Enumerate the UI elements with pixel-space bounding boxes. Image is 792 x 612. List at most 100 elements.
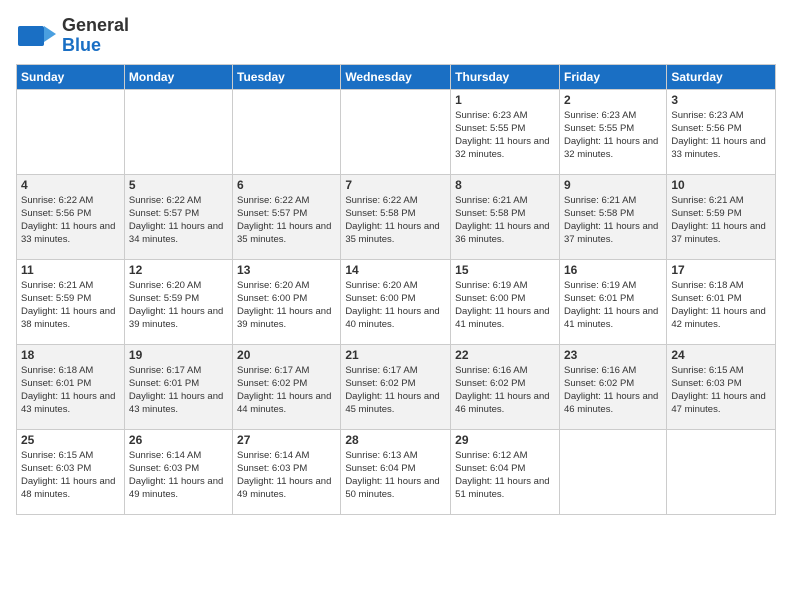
day-number: 22 bbox=[455, 348, 555, 362]
col-header-thursday: Thursday bbox=[451, 64, 560, 89]
week-row-1: 1 Sunrise: 6:23 AM Sunset: 5:55 PM Daylig… bbox=[17, 89, 776, 174]
col-header-sunday: Sunday bbox=[17, 64, 125, 89]
day-number: 5 bbox=[129, 178, 228, 192]
col-header-monday: Monday bbox=[124, 64, 232, 89]
day-cell bbox=[341, 89, 451, 174]
day-cell: 29 Sunrise: 6:12 AM Sunset: 6:04 PM Dayli… bbox=[451, 429, 560, 514]
day-info: Sunrise: 6:22 AM Sunset: 5:57 PM Dayligh… bbox=[129, 194, 228, 247]
day-cell: 8 Sunrise: 6:21 AM Sunset: 5:58 PM Daylig… bbox=[451, 174, 560, 259]
day-cell bbox=[233, 89, 341, 174]
day-info: Sunrise: 6:23 AM Sunset: 5:55 PM Dayligh… bbox=[564, 109, 662, 162]
day-cell: 13Sunrise: 6:20 AM Sunset: 6:00 PM Dayli… bbox=[233, 259, 341, 344]
day-info: Sunrise: 6:21 AM Sunset: 5:58 PM Dayligh… bbox=[455, 194, 555, 247]
logo-blue: Blue bbox=[62, 36, 129, 56]
day-number: 13 bbox=[237, 263, 336, 277]
day-number: 26 bbox=[129, 433, 228, 447]
day-cell: 6 Sunrise: 6:22 AM Sunset: 5:57 PM Daylig… bbox=[233, 174, 341, 259]
day-cell: 19 Sunrise: 6:17 AM Sunset: 6:01 PM Dayli… bbox=[124, 344, 232, 429]
day-cell: 9 Sunrise: 6:21 AM Sunset: 5:58 PM Daylig… bbox=[559, 174, 666, 259]
day-info: Sunrise: 6:18 AM Sunset: 6:01 PM Dayligh… bbox=[671, 279, 771, 332]
day-number: 19 bbox=[129, 348, 228, 362]
day-cell: 18 Sunrise: 6:18 AM Sunset: 6:01 PM Dayli… bbox=[17, 344, 125, 429]
day-number: 6 bbox=[237, 178, 336, 192]
day-cell: 22 Sunrise: 6:16 AM Sunset: 6:02 PM Dayli… bbox=[451, 344, 560, 429]
day-number: 7 bbox=[345, 178, 446, 192]
week-row-4: 18 Sunrise: 6:18 AM Sunset: 6:01 PM Dayli… bbox=[17, 344, 776, 429]
day-info: Sunrise: 6:21 AM Sunset: 5:58 PM Dayligh… bbox=[564, 194, 662, 247]
day-info: Sunrise: 6:22 AM Sunset: 5:57 PM Dayligh… bbox=[237, 194, 336, 247]
day-number: 27 bbox=[237, 433, 336, 447]
col-header-saturday: Saturday bbox=[667, 64, 776, 89]
page-header: General Blue bbox=[16, 16, 776, 56]
logo-general: General bbox=[62, 16, 129, 36]
calendar-header-row: SundayMondayTuesdayWednesdayThursdayFrid… bbox=[17, 64, 776, 89]
week-row-3: 11 Sunrise: 6:21 AM Sunset: 5:59 PM Dayli… bbox=[17, 259, 776, 344]
day-info: Sunrise: 6:18 AM Sunset: 6:01 PM Dayligh… bbox=[21, 364, 120, 417]
calendar-body: 1 Sunrise: 6:23 AM Sunset: 5:55 PM Daylig… bbox=[17, 89, 776, 514]
logo: General Blue bbox=[16, 16, 129, 56]
day-number: 1 bbox=[455, 93, 555, 107]
day-number: 24 bbox=[671, 348, 771, 362]
day-number: 16 bbox=[564, 263, 662, 277]
day-cell bbox=[559, 429, 666, 514]
day-info: Sunrise: 6:23 AM Sunset: 5:55 PM Dayligh… bbox=[455, 109, 555, 162]
day-info: Sunrise: 6:19 AM Sunset: 6:00 PM Dayligh… bbox=[455, 279, 555, 332]
day-number: 29 bbox=[455, 433, 555, 447]
day-info: Sunrise: 6:17 AM Sunset: 6:01 PM Dayligh… bbox=[129, 364, 228, 417]
day-number: 14 bbox=[345, 263, 446, 277]
col-header-friday: Friday bbox=[559, 64, 666, 89]
day-info: Sunrise: 6:15 AM Sunset: 6:03 PM Dayligh… bbox=[671, 364, 771, 417]
day-number: 9 bbox=[564, 178, 662, 192]
day-number: 20 bbox=[237, 348, 336, 362]
week-row-2: 4Sunrise: 6:22 AM Sunset: 5:56 PM Daylig… bbox=[17, 174, 776, 259]
day-number: 8 bbox=[455, 178, 555, 192]
col-header-wednesday: Wednesday bbox=[341, 64, 451, 89]
day-cell: 1 Sunrise: 6:23 AM Sunset: 5:55 PM Daylig… bbox=[451, 89, 560, 174]
day-cell: 27 Sunrise: 6:14 AM Sunset: 6:03 PM Dayli… bbox=[233, 429, 341, 514]
day-cell: 21 Sunrise: 6:17 AM Sunset: 6:02 PM Dayli… bbox=[341, 344, 451, 429]
day-info: Sunrise: 6:21 AM Sunset: 5:59 PM Dayligh… bbox=[21, 279, 120, 332]
day-info: Sunrise: 6:16 AM Sunset: 6:02 PM Dayligh… bbox=[564, 364, 662, 417]
day-number: 17 bbox=[671, 263, 771, 277]
day-number: 25 bbox=[21, 433, 120, 447]
day-cell bbox=[17, 89, 125, 174]
day-number: 11 bbox=[21, 263, 120, 277]
day-number: 18 bbox=[21, 348, 120, 362]
day-cell bbox=[124, 89, 232, 174]
day-cell: 23Sunrise: 6:16 AM Sunset: 6:02 PM Dayli… bbox=[559, 344, 666, 429]
day-cell: 5 Sunrise: 6:22 AM Sunset: 5:57 PM Daylig… bbox=[124, 174, 232, 259]
day-cell: 15 Sunrise: 6:19 AM Sunset: 6:00 PM Dayli… bbox=[451, 259, 560, 344]
day-number: 3 bbox=[671, 93, 771, 107]
day-info: Sunrise: 6:14 AM Sunset: 6:03 PM Dayligh… bbox=[237, 449, 336, 502]
day-cell: 3Sunrise: 6:23 AM Sunset: 5:56 PM Daylig… bbox=[667, 89, 776, 174]
day-info: Sunrise: 6:17 AM Sunset: 6:02 PM Dayligh… bbox=[237, 364, 336, 417]
day-cell: 16 Sunrise: 6:19 AM Sunset: 6:01 PM Dayli… bbox=[559, 259, 666, 344]
week-row-5: 25 Sunrise: 6:15 AM Sunset: 6:03 PM Dayli… bbox=[17, 429, 776, 514]
day-number: 28 bbox=[345, 433, 446, 447]
day-info: Sunrise: 6:16 AM Sunset: 6:02 PM Dayligh… bbox=[455, 364, 555, 417]
day-number: 2 bbox=[564, 93, 662, 107]
day-info: Sunrise: 6:15 AM Sunset: 6:03 PM Dayligh… bbox=[21, 449, 120, 502]
day-cell: 26 Sunrise: 6:14 AM Sunset: 6:03 PM Dayli… bbox=[124, 429, 232, 514]
day-info: Sunrise: 6:20 AM Sunset: 5:59 PM Dayligh… bbox=[129, 279, 228, 332]
day-info: Sunrise: 6:13 AM Sunset: 6:04 PM Dayligh… bbox=[345, 449, 446, 502]
day-info: Sunrise: 6:17 AM Sunset: 6:02 PM Dayligh… bbox=[345, 364, 446, 417]
day-cell: 14 Sunrise: 6:20 AM Sunset: 6:00 PM Dayli… bbox=[341, 259, 451, 344]
col-header-tuesday: Tuesday bbox=[233, 64, 341, 89]
day-info: Sunrise: 6:19 AM Sunset: 6:01 PM Dayligh… bbox=[564, 279, 662, 332]
day-info: Sunrise: 6:12 AM Sunset: 6:04 PM Dayligh… bbox=[455, 449, 555, 502]
day-cell: 2 Sunrise: 6:23 AM Sunset: 5:55 PM Daylig… bbox=[559, 89, 666, 174]
day-info: Sunrise: 6:20 AM Sunset: 6:00 PM Dayligh… bbox=[345, 279, 446, 332]
calendar-table: SundayMondayTuesdayWednesdayThursdayFrid… bbox=[16, 64, 776, 515]
day-number: 15 bbox=[455, 263, 555, 277]
day-info: Sunrise: 6:21 AM Sunset: 5:59 PM Dayligh… bbox=[671, 194, 771, 247]
day-number: 21 bbox=[345, 348, 446, 362]
day-cell: 7Sunrise: 6:22 AM Sunset: 5:58 PM Daylig… bbox=[341, 174, 451, 259]
day-info: Sunrise: 6:22 AM Sunset: 5:56 PM Dayligh… bbox=[21, 194, 120, 247]
day-cell: 11 Sunrise: 6:21 AM Sunset: 5:59 PM Dayli… bbox=[17, 259, 125, 344]
day-number: 12 bbox=[129, 263, 228, 277]
day-cell: 25 Sunrise: 6:15 AM Sunset: 6:03 PM Dayli… bbox=[17, 429, 125, 514]
day-number: 10 bbox=[671, 178, 771, 192]
day-cell: 17 Sunrise: 6:18 AM Sunset: 6:01 PM Dayli… bbox=[667, 259, 776, 344]
day-info: Sunrise: 6:14 AM Sunset: 6:03 PM Dayligh… bbox=[129, 449, 228, 502]
